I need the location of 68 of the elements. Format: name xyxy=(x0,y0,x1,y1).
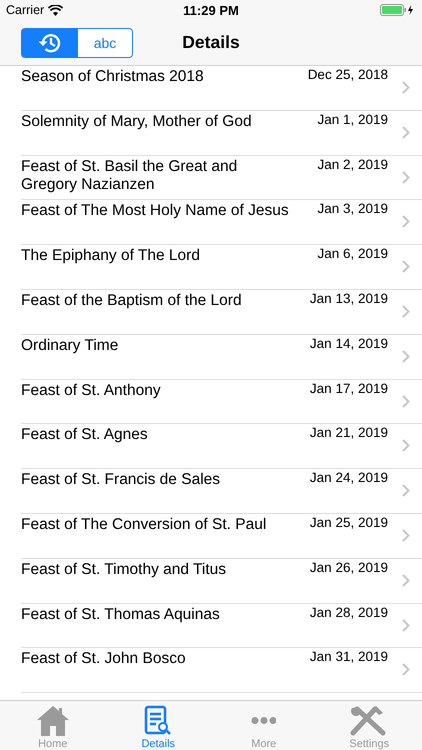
house-icon xyxy=(36,705,70,737)
feast-title: Feast of St. Francis de Sales xyxy=(21,470,222,490)
feast-title: Feast of St. Thomas Aquinas xyxy=(21,604,221,625)
feast-row[interactable]: Solemnity of Mary, Mother of God Jan 1, 2019 xyxy=(21,110,422,156)
feast-title: Feast of St. Agnes xyxy=(21,425,149,446)
chevron-icon xyxy=(402,304,410,318)
chevron-icon xyxy=(402,439,410,452)
history-icon xyxy=(36,32,62,54)
feast-date: Jan 17, 2019 xyxy=(310,380,388,396)
feast-date: Jan 2, 2019 xyxy=(317,156,388,172)
tab-bar-item[interactable]: Details xyxy=(106,701,211,750)
clock-time: 11:29 PM xyxy=(183,2,239,18)
chevron-icon xyxy=(402,350,410,363)
feast-date: Jan 21, 2019 xyxy=(310,425,388,440)
battery-icon xyxy=(380,4,416,16)
alphabetical-segment[interactable]: abc xyxy=(77,28,132,56)
feast-date: Dec 25, 2018 xyxy=(308,67,388,82)
chevron-icon xyxy=(402,528,410,542)
feast-title: Feast of The Most Holy Name of Jesus xyxy=(21,201,290,222)
feast-title: Feast of St. Basil the Great and Gregory Nazianzen xyxy=(21,156,238,195)
feast-title: Feast of St. Timothy and Titus xyxy=(21,560,228,580)
feast-row[interactable]: Ordinary Time Jan 14, 2019 xyxy=(21,334,422,380)
feast-date: Jan 28, 2019 xyxy=(310,604,388,620)
feast-row[interactable]: Feast of St. Francis de Sales Jan 24, 2019 xyxy=(21,469,422,514)
chevron-icon xyxy=(402,215,410,228)
chevron-icon xyxy=(402,484,410,498)
feast-row[interactable]: Feast of St. Agnes Jan 21, 2019 xyxy=(21,424,422,470)
chevron-icon xyxy=(402,618,410,632)
chevron-icon xyxy=(402,170,410,184)
feast-date: Jan 31, 2019 xyxy=(310,649,388,664)
feast-row[interactable]: Feast of St. Thomas Aquinas Jan 28, 2019 xyxy=(21,604,422,648)
chevron-icon xyxy=(402,81,410,94)
chevron-icon xyxy=(402,574,410,587)
screen-title: Details xyxy=(182,32,240,52)
feast-title: Feast of St. Anthony xyxy=(21,380,162,401)
feast-row[interactable]: Feast of St. Anthony Jan 17, 2019 xyxy=(21,380,422,424)
feast-title: Solemnity of Mary, Mother of God xyxy=(21,112,253,132)
more-icon xyxy=(251,717,276,724)
feast-row[interactable]: Feast of St. Basil the Great and Gregory Nazianzen Jan 2, 2019 xyxy=(21,156,422,200)
feast-date: Jan 14, 2019 xyxy=(310,336,388,351)
feast-date: Jan 6, 2019 xyxy=(317,246,388,262)
history-segment[interactable] xyxy=(22,28,77,56)
feast-title: Feast of St. John Bosco xyxy=(21,649,187,670)
feast-date: Jan 26, 2019 xyxy=(310,560,388,575)
feast-date: Jan 1, 2019 xyxy=(317,112,388,127)
feast-row[interactable]: Feast of the Baptism of the Lord Jan 13, 2019 xyxy=(21,290,422,335)
feast-row[interactable]: Feast of St. Timothy and Titus Jan 26, 2019 xyxy=(21,558,422,604)
document-search-icon xyxy=(143,705,174,737)
chevron-icon xyxy=(402,394,410,408)
feast-row[interactable]: Feast of The Most Holy Name of Jesus Jan 3, 2019 xyxy=(21,200,422,246)
feast-title: Ordinary Time xyxy=(21,336,120,356)
feast-row[interactable]: Feast of The Conversion of St. Paul Jan 25, 2019 xyxy=(21,514,422,559)
feast-row[interactable]: Season of Christmas 2018 Dec 25, 2018 xyxy=(21,66,422,111)
feast-date: Jan 13, 2019 xyxy=(310,290,388,306)
feast-title: Season of Christmas 2018 xyxy=(21,67,205,87)
carrier-label: Carrier xyxy=(6,3,44,17)
chevron-icon xyxy=(402,260,410,274)
feast-row[interactable]: The Epiphany of The Lord Jan 6, 2019 xyxy=(21,245,422,290)
feast-row[interactable]: Feast of St. John Bosco Jan 31, 2019 xyxy=(21,648,422,694)
feast-date: Jan 25, 2019 xyxy=(310,514,388,530)
feast-date: Jan 3, 2019 xyxy=(317,201,388,216)
feast-title: Feast of The Conversion of St. Paul xyxy=(21,514,268,535)
chevron-icon xyxy=(402,126,410,139)
feast-title: Feast of the Baptism of the Lord xyxy=(21,290,243,311)
feast-date: Jan 24, 2019 xyxy=(310,470,388,486)
feast-title: The Epiphany of The Lord xyxy=(21,246,201,266)
wifi-icon xyxy=(48,4,64,16)
chevron-icon xyxy=(402,663,410,676)
